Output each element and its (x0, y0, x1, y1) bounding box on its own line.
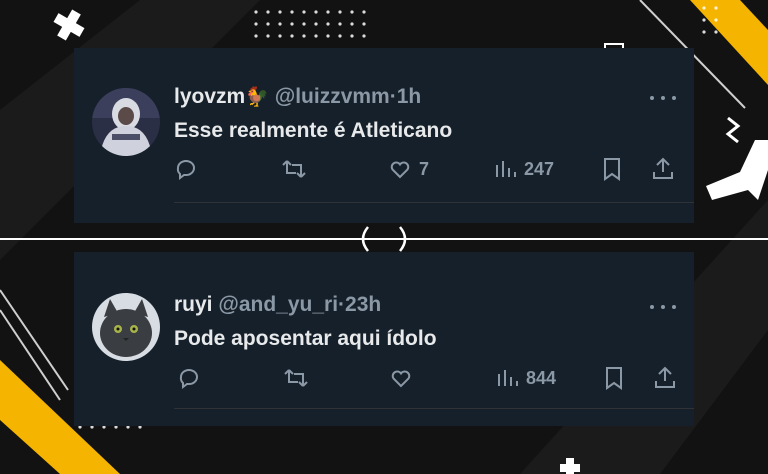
like-icon (391, 370, 411, 388)
like-button[interactable] (389, 366, 420, 390)
retweet-button[interactable] (283, 366, 309, 390)
divider (174, 202, 694, 203)
share-button[interactable] (654, 366, 676, 390)
reply-icon (176, 160, 195, 180)
bookmark-button[interactable] (602, 157, 622, 181)
like-button[interactable]: 7 (388, 157, 429, 181)
views-count: 844 (526, 367, 557, 388)
bookmark-icon (606, 367, 622, 390)
views-icon (498, 370, 518, 386)
reply-icon (179, 369, 198, 389)
like-count: 7 (419, 158, 430, 179)
reply-button[interactable] (174, 157, 198, 181)
retweet-icon (284, 369, 308, 387)
views-button[interactable]: 247 (495, 157, 554, 181)
share-button[interactable] (652, 157, 674, 181)
tweet-card[interactable]: ruyi @and_yu_ri·23h Pode aposentar aqui … (74, 252, 694, 426)
bookmark-icon (604, 158, 620, 181)
retweet-icon (282, 160, 306, 178)
share-icon (653, 157, 673, 179)
bookmark-button[interactable] (604, 366, 624, 390)
tweet-card[interactable]: lyovzm🐓 @luizzvmm·1h Esse realmente é At… (74, 48, 694, 223)
share-icon (655, 366, 675, 388)
divider (174, 408, 694, 409)
reply-button[interactable] (177, 366, 201, 390)
action-bar: 7 247 (74, 48, 694, 223)
action-bar: 844 (74, 252, 694, 427)
views-button[interactable]: 844 (497, 366, 556, 390)
views-icon (496, 161, 516, 177)
views-count: 247 (524, 158, 555, 179)
retweet-button[interactable] (281, 157, 307, 181)
like-icon (390, 161, 410, 179)
